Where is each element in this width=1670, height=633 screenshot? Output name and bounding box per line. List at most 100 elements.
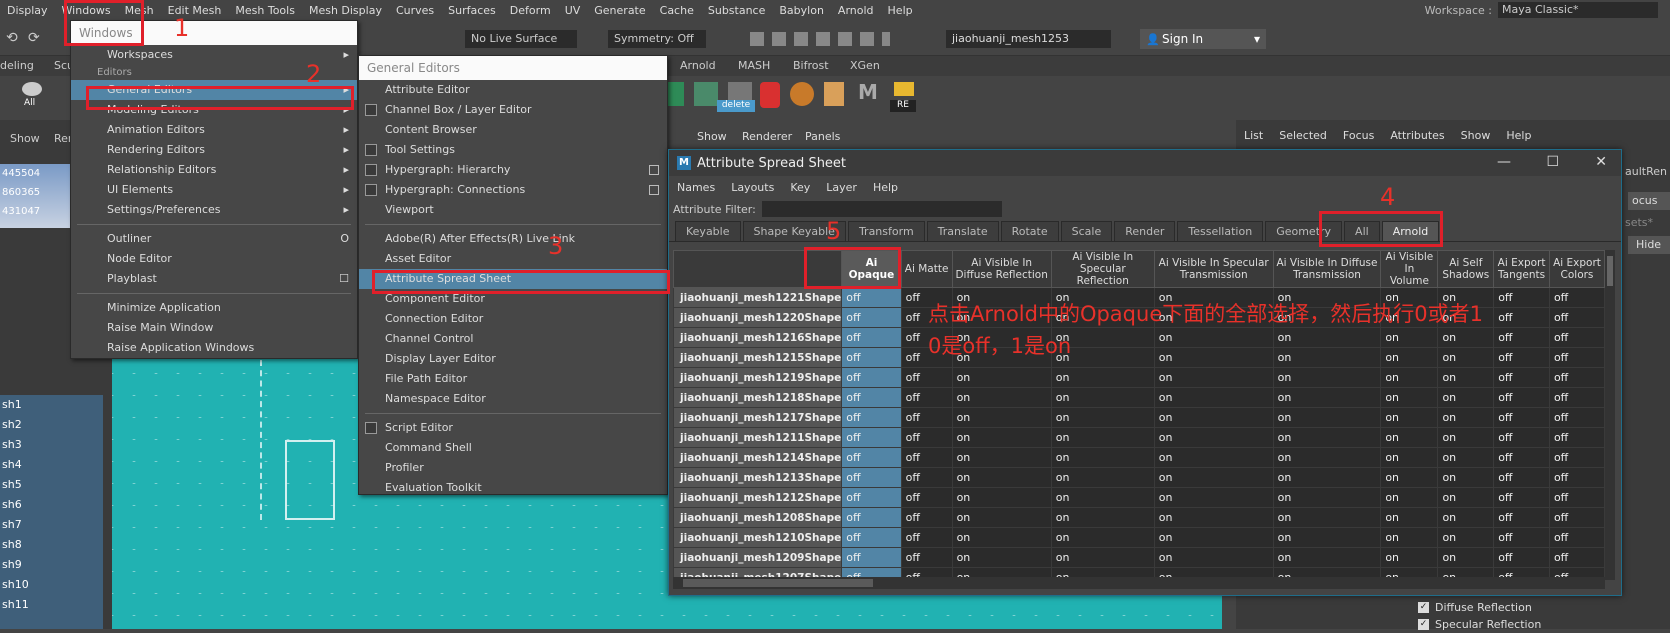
table-cell[interactable]: off — [1548, 407, 1605, 428]
rp-show[interactable]: Show — [1453, 129, 1499, 142]
table-cell[interactable]: off — [1493, 487, 1550, 508]
table-cell[interactable]: off — [841, 527, 902, 548]
filter-input[interactable] — [761, 201, 1002, 217]
table-cell[interactable]: on — [1380, 407, 1439, 428]
outliner-item[interactable]: sh1 — [0, 395, 103, 415]
table-cell[interactable]: off — [1548, 527, 1605, 548]
table-cell[interactable]: off — [841, 467, 902, 488]
menu-surfaces[interactable]: Surfaces — [441, 4, 503, 17]
table-cell[interactable]: on — [1380, 467, 1439, 488]
table-cell[interactable]: on — [1437, 427, 1495, 448]
table-cell[interactable]: on — [1437, 467, 1495, 488]
tab-keyable[interactable]: Keyable — [675, 221, 741, 241]
option-box-icon[interactable] — [649, 165, 659, 175]
table-cell[interactable]: on — [1272, 427, 1382, 448]
rp-hide-button[interactable]: Hide — [1628, 236, 1670, 254]
table-cell[interactable]: on — [951, 367, 1052, 388]
row-header[interactable]: jiaohuanji_mesh1220Shape — [673, 307, 843, 328]
table-cell[interactable]: on — [951, 507, 1052, 528]
general-editor-display-layer-editor[interactable]: Display Layer Editor — [359, 349, 667, 369]
table-cell[interactable]: off — [1493, 447, 1550, 468]
table-cell[interactable]: on — [1050, 387, 1155, 408]
specular-reflection-checkbox[interactable]: ✓ Specular Reflection — [1418, 615, 1541, 633]
outliner-item[interactable]: sh10 — [0, 575, 103, 595]
table-cell[interactable]: on — [1380, 487, 1439, 508]
table-cell[interactable]: off — [1493, 467, 1550, 488]
table-cell[interactable]: off — [841, 507, 902, 528]
windows-menu-raise-application-windows[interactable]: Raise Application Windows — [71, 338, 357, 358]
live-surface-field[interactable]: No Live Surface — [465, 30, 577, 48]
rp-list[interactable]: List — [1236, 129, 1271, 142]
table-cell[interactable]: on — [1050, 467, 1155, 488]
render-icons[interactable] — [750, 32, 890, 46]
table-cell[interactable]: on — [1153, 527, 1274, 548]
column-header-ai-visible-in-volume[interactable]: Ai Visible In Volume — [1380, 250, 1439, 288]
outliner-item[interactable]: sh2 — [0, 415, 103, 435]
outliner-item[interactable]: sh4 — [0, 455, 103, 475]
table-cell[interactable]: off — [1493, 547, 1550, 568]
table-cell[interactable]: on — [1437, 527, 1495, 548]
table-cell[interactable]: on — [1437, 387, 1495, 408]
windows-menu-outliner[interactable]: Outliner O — [71, 229, 357, 249]
tab-tessellation[interactable]: Tessellation — [1177, 221, 1264, 241]
menu-curves[interactable]: Curves — [389, 4, 441, 17]
windows-menu-raise-main-window[interactable]: Raise Main Window — [71, 318, 357, 338]
table-cell[interactable]: on — [951, 527, 1052, 548]
table-cell[interactable]: off — [900, 427, 953, 448]
folder-icon[interactable] — [894, 82, 914, 96]
table-cell[interactable]: on — [1272, 547, 1382, 568]
table-cell[interactable]: on — [1272, 447, 1382, 468]
table-cell[interactable]: on — [1050, 487, 1155, 508]
table-cell[interactable]: on — [1050, 427, 1155, 448]
table-cell[interactable]: on — [1272, 487, 1382, 508]
menu-display[interactable]: Display — [0, 4, 55, 17]
minimize-icon[interactable]: — — [1497, 154, 1511, 170]
table-cell[interactable]: off — [841, 427, 902, 448]
viewport-menu-panels[interactable]: Panels — [805, 130, 840, 143]
general-editor-viewport[interactable]: Viewport — [359, 200, 667, 220]
table-cell[interactable]: on — [1153, 427, 1274, 448]
column-header-ai-self-shadows[interactable]: Ai Self Shadows — [1437, 250, 1495, 288]
table-cell[interactable]: off — [1493, 387, 1550, 408]
general-editor-command-shell[interactable]: Command Shell — [359, 438, 667, 458]
column-header-ai-export-tangents[interactable]: Ai Export Tangents — [1493, 250, 1550, 288]
row-header[interactable]: jiaohuanji_mesh1213Shape — [673, 467, 843, 488]
table-cell[interactable]: off — [900, 367, 953, 388]
row-header[interactable]: jiaohuanji_mesh1218Shape — [673, 387, 843, 408]
table-cell[interactable]: off — [1493, 507, 1550, 528]
windows-menu-node-editor[interactable]: Node Editor — [71, 249, 357, 269]
show-menu[interactable]: Show — [10, 132, 40, 145]
table-cell[interactable]: off — [841, 327, 902, 348]
general-editor-content-browser[interactable]: Content Browser — [359, 120, 667, 140]
windows-menu-ui-elements[interactable]: UI Elements ▸ — [71, 180, 357, 200]
table-cell[interactable]: on — [951, 467, 1052, 488]
table-cell[interactable]: on — [1380, 367, 1439, 388]
column-header-ai-matte[interactable]: Ai Matte — [900, 250, 953, 288]
row-header[interactable]: jiaohuanji_mesh1208Shape — [673, 507, 843, 528]
object-name-field[interactable]: jiaohuanji_mesh1253 — [946, 30, 1111, 48]
table-cell[interactable]: off — [1493, 527, 1550, 548]
table-cell[interactable]: on — [951, 447, 1052, 468]
table-cell[interactable]: on — [1050, 527, 1155, 548]
table-cell[interactable]: off — [841, 547, 902, 568]
shelf-tab-arnold[interactable]: Arnold — [680, 59, 716, 72]
table-cell[interactable]: off — [841, 407, 902, 428]
column-header-ai-visible-in-specular-transmission[interactable]: Ai Visible In Specular Transmission — [1153, 250, 1274, 288]
general-editor-namespace-editor[interactable]: Namespace Editor — [359, 389, 667, 409]
table-cell[interactable]: off — [1493, 367, 1550, 388]
table-cell[interactable]: on — [1153, 407, 1274, 428]
row-header[interactable]: jiaohuanji_mesh1211Shape — [673, 427, 843, 448]
table-cell[interactable]: off — [1548, 487, 1605, 508]
rp-selected[interactable]: Selected — [1271, 129, 1335, 142]
rp-focus[interactable]: Focus — [1335, 129, 1382, 142]
table-cell[interactable]: on — [1380, 447, 1439, 468]
sheet-menu-key[interactable]: Key — [782, 181, 818, 194]
workspace-dropdown[interactable]: Maya Classic* — [1498, 2, 1658, 18]
table-cell[interactable]: off — [900, 507, 953, 528]
menu-generate[interactable]: Generate — [587, 4, 652, 17]
mash-icon[interactable]: M — [858, 80, 878, 104]
table-cell[interactable]: on — [1437, 407, 1495, 428]
outliner-item[interactable]: sh11 — [0, 595, 103, 615]
table-cell[interactable]: off — [1493, 427, 1550, 448]
table-cell[interactable]: off — [1548, 387, 1605, 408]
